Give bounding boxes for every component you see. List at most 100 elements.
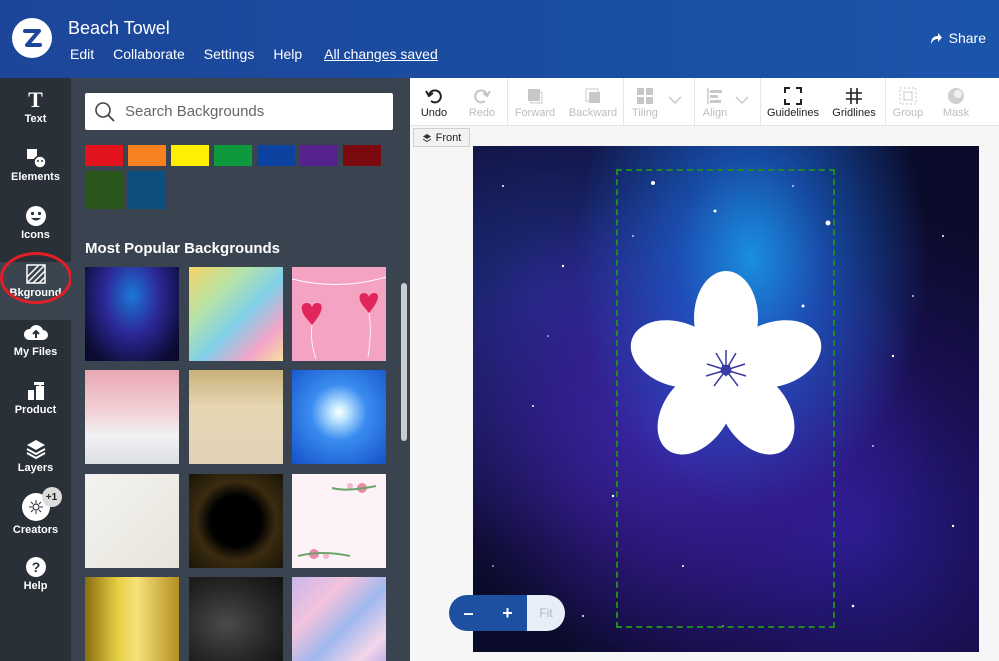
- zoom-in-button[interactable]: +: [488, 595, 527, 631]
- toolbar-divider: [760, 78, 761, 126]
- layers-icon: [25, 437, 47, 461]
- zoom-out-button[interactable]: –: [449, 595, 488, 631]
- toolbar-divider: [623, 78, 624, 126]
- align-label: Align: [702, 107, 728, 119]
- search-input[interactable]: [125, 103, 385, 120]
- bg-thumb-watercolor[interactable]: [189, 267, 283, 361]
- zazzle-logo-icon[interactable]: [12, 18, 52, 58]
- app-header: Beach Towel Edit Collaborate Settings He…: [0, 0, 999, 78]
- rail-item-background[interactable]: Bkground: [0, 262, 71, 320]
- bg-thumb-white-paper[interactable]: [85, 474, 179, 568]
- zoom-fit-button[interactable]: Fit: [527, 595, 565, 631]
- rail-item-text[interactable]: T Text: [0, 87, 71, 146]
- align-button[interactable]: Align: [697, 78, 733, 126]
- bg-thumb-gold-sparkle-frame[interactable]: [189, 474, 283, 568]
- swatch-yellow[interactable]: [171, 145, 209, 166]
- section-title: Most Popular Backgrounds: [85, 240, 281, 257]
- toolbar-divider: [885, 78, 886, 126]
- swatch-teal-blue[interactable]: [128, 171, 166, 209]
- toolbar-divider: [507, 78, 508, 126]
- send-backward-icon: [584, 85, 602, 107]
- forward-button[interactable]: Forward: [510, 78, 560, 126]
- tiling-label: Tiling: [632, 107, 658, 119]
- gridlines-label: Gridlines: [832, 107, 876, 119]
- menu-edit[interactable]: Edit: [70, 46, 94, 62]
- swatch-purple[interactable]: [300, 145, 338, 166]
- menu-help[interactable]: Help: [273, 46, 302, 62]
- text-icon: T: [28, 87, 43, 112]
- bg-thumb-galaxy[interactable]: [85, 267, 179, 361]
- group-label: Group: [892, 107, 924, 119]
- main-menu: Edit Collaborate Settings Help All chang…: [70, 46, 438, 62]
- panel-scrollbar[interactable]: [401, 283, 407, 441]
- share-label: Share: [948, 30, 986, 46]
- cloud-upload-icon: [23, 321, 49, 345]
- bg-thumb-pink-hearts[interactable]: [291, 267, 387, 361]
- group-button[interactable]: Group: [889, 78, 927, 126]
- menu-settings[interactable]: Settings: [204, 46, 255, 62]
- mask-label: Mask: [942, 107, 970, 119]
- creators-badge: +1: [41, 487, 62, 507]
- svg-text:?: ?: [31, 559, 40, 575]
- toolbar-divider: [694, 78, 695, 126]
- group-icon: [899, 85, 917, 107]
- bg-thumb-gold-drip[interactable]: [189, 370, 283, 464]
- tiling-button[interactable]: Tiling: [626, 78, 664, 126]
- bg-thumb-floral-frame[interactable]: [292, 474, 386, 568]
- tiling-dropdown-chevron-icon[interactable]: [668, 95, 682, 105]
- swatch-maroon[interactable]: [343, 145, 381, 166]
- undo-button[interactable]: Undo: [414, 78, 454, 126]
- editor-toolbar: Undo Redo Forward Backward Tiling Align …: [410, 78, 999, 126]
- gridlines-button[interactable]: Gridlines: [830, 78, 878, 126]
- gridlines-icon: [845, 85, 863, 107]
- rail-label: Text: [24, 113, 47, 125]
- elements-icon: [25, 146, 47, 170]
- rail-label: Product: [14, 404, 57, 416]
- design-artboard[interactable]: [473, 146, 979, 652]
- search-icon: [95, 101, 115, 122]
- swatch-green[interactable]: [214, 145, 252, 166]
- redo-icon: [473, 85, 491, 107]
- save-status-link[interactable]: All changes saved: [324, 46, 438, 62]
- swatch-red[interactable]: [85, 145, 123, 166]
- rail-item-product[interactable]: Product: [0, 379, 71, 437]
- bg-thumb-pastel-swirl[interactable]: [292, 577, 386, 661]
- backward-button[interactable]: Backward: [565, 78, 621, 126]
- swatch-orange[interactable]: [128, 145, 166, 166]
- tiling-icon: [636, 85, 654, 107]
- guidelines-icon: [784, 85, 802, 107]
- flower-icon: [630, 271, 822, 455]
- rail-item-help[interactable]: ? Help: [0, 555, 71, 613]
- redo-label: Redo: [468, 107, 496, 119]
- align-dropdown-chevron-icon[interactable]: [735, 95, 749, 105]
- creators-icon: +1: [16, 487, 62, 523]
- menu-collaborate[interactable]: Collaborate: [113, 46, 185, 62]
- mask-button[interactable]: Mask: [938, 78, 974, 126]
- backgrounds-panel: Most Popular Backgrounds: [71, 78, 410, 661]
- tool-rail: T Text Elements Icons Bkground My Files …: [0, 78, 71, 661]
- rail-item-icons[interactable]: Icons: [0, 204, 71, 262]
- align-icon: [706, 85, 724, 107]
- redo-button[interactable]: Redo: [462, 78, 502, 126]
- bg-thumb-gold-gradient[interactable]: [85, 577, 179, 661]
- bg-thumb-pink-glitter[interactable]: [85, 370, 179, 464]
- rail-label: My Files: [13, 346, 58, 358]
- bg-thumb-blue-burst[interactable]: [292, 370, 386, 464]
- side-selector[interactable]: Front: [413, 128, 470, 147]
- bg-thumb-black-marble[interactable]: [189, 577, 283, 661]
- guidelines-label: Guidelines: [767, 107, 819, 119]
- rail-label: Help: [23, 580, 48, 592]
- rail-item-elements[interactable]: Elements: [0, 146, 71, 204]
- rail-item-creators[interactable]: +1 Creators: [0, 487, 71, 553]
- undo-label: Undo: [420, 107, 448, 119]
- share-button[interactable]: Share: [929, 30, 986, 46]
- rail-label: Bkground: [9, 287, 62, 299]
- swatch-dark-green[interactable]: [85, 171, 123, 209]
- undo-icon: [425, 85, 443, 107]
- document-title[interactable]: Beach Towel: [68, 18, 170, 39]
- swatch-blue[interactable]: [257, 145, 295, 166]
- rail-item-my-files[interactable]: My Files: [0, 321, 71, 379]
- guidelines-button[interactable]: Guidelines: [765, 78, 821, 126]
- rail-item-layers[interactable]: Layers: [0, 437, 71, 495]
- layers-icon: [422, 133, 431, 142]
